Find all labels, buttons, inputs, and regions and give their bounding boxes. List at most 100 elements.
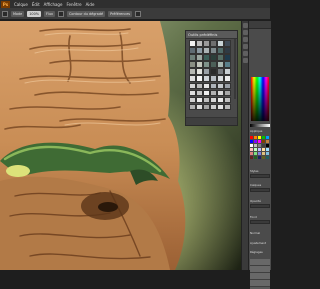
color-swatch[interactable] (253, 139, 258, 144)
menu-item-fenetre[interactable]: Fenêtre (64, 2, 83, 7)
tool-preset-item[interactable] (203, 89, 210, 97)
layers-field[interactable] (250, 188, 270, 192)
tool-preset-item[interactable] (224, 82, 231, 90)
tool-preset-item[interactable] (210, 61, 217, 68)
tool-preset-item[interactable] (203, 68, 210, 75)
tool-presets-scrollbar[interactable] (234, 39, 236, 99)
tool-preset-item[interactable] (217, 61, 224, 68)
tool-preset-item[interactable] (217, 54, 224, 61)
flow-field[interactable]: Flux (43, 10, 56, 17)
tool-preset-item[interactable] (203, 47, 210, 54)
color-spectrum-picker[interactable] (251, 77, 269, 121)
color-swatch[interactable] (253, 151, 258, 156)
tool-preset-picker[interactable] (2, 10, 8, 17)
color-swatch[interactable] (250, 136, 254, 140)
color-swatch[interactable] (265, 136, 270, 140)
color-ramp[interactable] (250, 124, 270, 127)
menu-item-affichage[interactable]: Affichage (42, 2, 65, 7)
color-swatch[interactable] (257, 139, 262, 144)
color-swatch[interactable] (257, 151, 262, 156)
tool-preset-item[interactable] (217, 103, 224, 111)
tool-preset-item[interactable] (210, 40, 217, 47)
tool-preset-item[interactable] (196, 68, 203, 75)
tool-preset-item[interactable] (217, 68, 224, 75)
color-swatch[interactable] (265, 155, 270, 160)
tool-preset-item[interactable] (189, 54, 196, 61)
color-swatch[interactable] (250, 155, 254, 160)
color-swatch[interactable] (257, 155, 262, 160)
preferences-field[interactable]: Préférences (108, 10, 133, 17)
tool-preset-item[interactable] (203, 54, 210, 61)
tool-preset-item[interactable] (196, 47, 203, 54)
tool-preset-item[interactable] (210, 54, 217, 61)
opacity-field[interactable]: 100% (27, 10, 41, 17)
tool-preset-item[interactable] (189, 82, 196, 90)
layer-row[interactable] (250, 273, 270, 280)
color-swatch[interactable] (257, 147, 262, 152)
mode-field[interactable]: Mode (11, 10, 25, 17)
tool-preset-item[interactable] (196, 40, 203, 47)
color-swatch[interactable] (261, 143, 266, 148)
opacity-input[interactable] (250, 204, 270, 208)
layer-row[interactable] (250, 280, 270, 287)
tool-preset-item[interactable] (203, 103, 210, 111)
color-swatch[interactable] (265, 139, 270, 144)
color-swatch[interactable] (261, 155, 266, 160)
layer-row[interactable] (250, 259, 270, 266)
tool-preset-item[interactable] (189, 68, 196, 75)
color-swatch[interactable] (257, 136, 262, 140)
tool-preset-item[interactable] (217, 75, 224, 82)
tool-preset-item[interactable] (189, 89, 196, 97)
tool-preset-item[interactable] (196, 75, 203, 82)
tool-preset-item[interactable] (224, 89, 231, 97)
color-swatch[interactable] (265, 143, 270, 148)
tool-preset-item[interactable] (203, 75, 210, 82)
tool-preset-item[interactable] (196, 82, 203, 90)
color-swatch[interactable] (261, 147, 266, 152)
tool-preset-item[interactable] (224, 54, 231, 61)
tool-preset-item[interactable] (203, 61, 210, 68)
tool-preset-item[interactable] (217, 89, 224, 97)
color-swatch[interactable] (250, 151, 254, 156)
color-swatch[interactable] (253, 143, 258, 148)
color-swatch[interactable] (250, 147, 254, 152)
fill-input[interactable] (250, 220, 270, 224)
tool-preset-item[interactable] (210, 96, 217, 104)
tool-preset-item[interactable] (196, 61, 203, 68)
tool-preset-item[interactable] (224, 75, 231, 82)
tool-preset-item[interactable] (196, 96, 203, 104)
color-swatch[interactable] (265, 147, 270, 152)
tool-preset-item[interactable] (189, 61, 196, 68)
color-swatch[interactable] (265, 151, 270, 156)
tool-preset-item[interactable] (203, 82, 210, 90)
color-swatch[interactable] (250, 139, 254, 144)
styles-field[interactable] (250, 174, 270, 178)
tool-preset-item[interactable] (224, 61, 231, 68)
tool-preset-item[interactable] (189, 96, 196, 104)
tool-preset-item[interactable] (224, 47, 231, 54)
tool-preset-item[interactable] (217, 82, 224, 90)
color-swatch[interactable] (253, 136, 258, 140)
tool-preset-item[interactable] (210, 89, 217, 97)
tool-preset-item[interactable] (196, 103, 203, 111)
tool-preset-item[interactable] (196, 89, 203, 97)
tool-preset-item[interactable] (210, 47, 217, 54)
tool-preset-item[interactable] (210, 68, 217, 75)
tool-preset-item[interactable] (217, 47, 224, 54)
color-swatch[interactable] (253, 155, 258, 160)
tool-preset-item[interactable] (224, 96, 231, 104)
tool-preset-item[interactable] (210, 75, 217, 82)
tool-preset-item[interactable] (203, 96, 210, 104)
tool-preset-item[interactable] (189, 103, 196, 111)
menu-item-calque[interactable]: Calque (12, 2, 30, 7)
tool-preset-item[interactable] (217, 40, 224, 47)
brush-swatch[interactable] (58, 10, 65, 17)
color-swatch[interactable] (261, 136, 266, 140)
tool-preset-item[interactable] (189, 40, 196, 47)
tool-preset-item[interactable] (210, 103, 217, 111)
color-swatch[interactable] (261, 151, 266, 156)
tool-preset-item[interactable] (203, 40, 210, 47)
gradient-edge-field[interactable]: Contour du dégradé (67, 10, 106, 17)
tool-preset-item[interactable] (189, 75, 196, 82)
color-swatch[interactable] (261, 139, 266, 144)
